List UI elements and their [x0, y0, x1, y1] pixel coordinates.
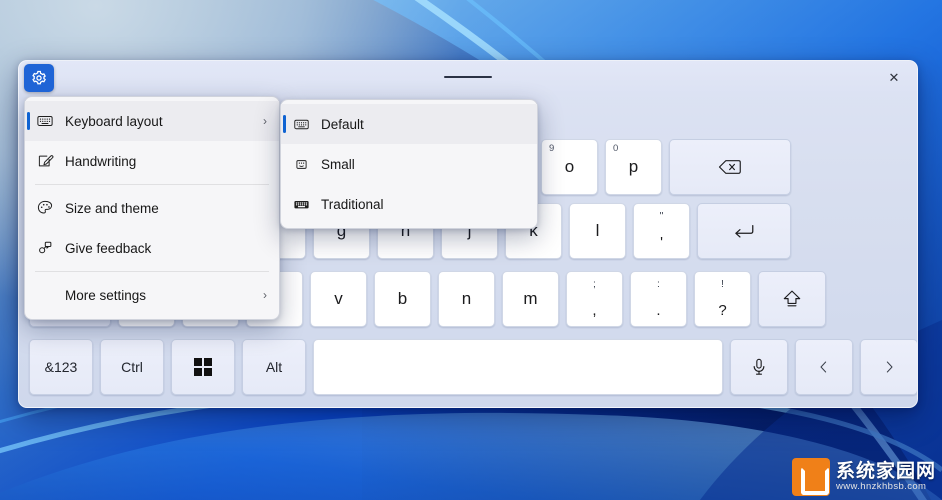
keyboard-layout-submenu: Default Small Traditional — [280, 99, 538, 229]
submenu-item-small[interactable]: Small — [281, 144, 537, 184]
keyboard-small-icon — [293, 156, 310, 173]
chevron-left-icon — [816, 359, 832, 375]
menu-item-more-settings[interactable]: More settings › — [25, 275, 279, 315]
key-l[interactable]: l — [569, 203, 626, 259]
key-label: n — [461, 289, 472, 308]
gear-icon — [32, 70, 46, 85]
menu-item-give-feedback[interactable]: Give feedback — [25, 228, 279, 268]
key-shift[interactable] — [758, 271, 826, 327]
backspace-icon — [718, 157, 742, 177]
microphone-icon — [749, 357, 769, 377]
palette-icon — [36, 199, 54, 217]
menu-item-handwriting[interactable]: Handwriting — [25, 141, 279, 181]
settings-gear-button[interactable] — [24, 64, 54, 92]
keyboard-icon — [25, 112, 65, 130]
key-number-hint: 9 — [549, 143, 555, 154]
key-chevron-left[interactable] — [795, 339, 853, 395]
key-primary-label: ? — [718, 302, 727, 319]
key-o[interactable]: 9o — [541, 139, 598, 195]
key-n[interactable]: n — [438, 271, 495, 327]
key-label: p — [628, 157, 639, 176]
key-Ctrl[interactable]: Ctrl — [100, 339, 164, 395]
key-secondary-label: ! — [721, 278, 724, 290]
close-button[interactable]: ✕ — [877, 65, 911, 91]
submenu-item-default[interactable]: Default — [281, 104, 537, 144]
key-v[interactable]: v — [310, 271, 367, 327]
key-label: l — [595, 221, 600, 240]
submenu-item-label: Default — [321, 116, 364, 132]
key-space[interactable] — [313, 339, 723, 395]
drag-handle[interactable] — [444, 76, 492, 78]
keyboard-small-icon — [281, 156, 321, 173]
key-secondary-label: ; — [593, 278, 596, 290]
watermark-url: www.hnzkhbsb.com — [835, 480, 927, 492]
key-?[interactable]: !? — [694, 271, 751, 327]
keyboard-outline-icon — [281, 116, 321, 133]
keyboard-icon — [36, 112, 54, 130]
keyboard-titlebar[interactable]: ✕ — [19, 61, 917, 95]
site-watermark: 系统家园网 www.hnzkhbsb.com — [791, 458, 936, 496]
key-.[interactable]: :. — [630, 271, 687, 327]
submenu-item-traditional[interactable]: Traditional — [281, 184, 537, 224]
key-&123[interactable]: &123 — [29, 339, 93, 395]
key-secondary-label: : — [657, 278, 660, 290]
menu-item-size-and-theme[interactable]: Size and theme — [25, 188, 279, 228]
selection-indicator — [27, 112, 30, 130]
key-label: v — [334, 289, 343, 308]
feedback-icon — [36, 239, 54, 257]
menu-item-label: Keyboard layout — [65, 113, 163, 129]
key-primary-label: . — [656, 302, 661, 319]
keyboard-filled-icon — [293, 196, 310, 213]
key-primary-label: ' — [660, 234, 663, 251]
key-secondary-label: " — [659, 210, 664, 222]
keyboard-row-4: &123 Ctrl Alt — [29, 339, 917, 395]
menu-item-label: Give feedback — [65, 240, 152, 256]
key-windows[interactable] — [171, 339, 235, 395]
key-label: o — [564, 157, 575, 176]
key-label: b — [397, 289, 408, 308]
key-Alt[interactable]: Alt — [242, 339, 306, 395]
key-'[interactable]: " ' — [633, 203, 690, 259]
pen-edit-icon — [25, 152, 65, 170]
key-primary-label: , — [592, 302, 597, 319]
feedback-icon — [25, 239, 65, 257]
submenu-item-label: Traditional — [321, 196, 384, 212]
menu-separator — [35, 271, 269, 272]
watermark-logo-icon — [791, 458, 830, 496]
key-p[interactable]: 0p — [605, 139, 662, 195]
key-backspace[interactable] — [669, 139, 791, 195]
desktop-background: ✕ 1q2w3e4r5t6y7u8i9o0p asdfghjkl"' zxcvb… — [0, 0, 942, 500]
key-label: &123 — [44, 359, 78, 375]
windows-icon — [194, 358, 212, 376]
key-number-hint: 0 — [613, 143, 619, 154]
menu-item-label: Handwriting — [65, 153, 137, 169]
key-m[interactable]: m — [502, 271, 559, 327]
palette-icon — [25, 199, 65, 217]
chevron-right-icon: › — [263, 288, 267, 302]
watermark-site-name: 系统家园网 — [835, 461, 936, 483]
menu-item-label: Size and theme — [65, 200, 159, 216]
key-,[interactable]: ;, — [566, 271, 623, 327]
key-b[interactable]: b — [374, 271, 431, 327]
key-label: Alt — [265, 359, 283, 375]
settings-context-menu: Keyboard layout › Handwriting Size and th… — [24, 96, 280, 320]
selection-indicator — [283, 115, 286, 133]
chevron-right-icon — [881, 359, 897, 375]
key-microphone[interactable] — [730, 339, 788, 395]
shift-icon — [781, 288, 803, 310]
key-enter[interactable] — [697, 203, 791, 259]
chevron-right-icon: › — [263, 114, 267, 128]
key-label: Ctrl — [121, 359, 143, 375]
enter-icon — [732, 221, 756, 241]
key-chevron-right[interactable] — [860, 339, 917, 395]
menu-item-label: More settings — [65, 287, 147, 303]
menu-item-keyboard-layout[interactable]: Keyboard layout › — [25, 101, 279, 141]
key-label: m — [523, 289, 538, 308]
submenu-item-label: Small — [321, 156, 355, 172]
pen-edit-icon — [36, 152, 54, 170]
keyboard-outline-icon — [293, 116, 310, 133]
menu-separator — [35, 184, 269, 185]
keyboard-filled-icon — [281, 196, 321, 213]
